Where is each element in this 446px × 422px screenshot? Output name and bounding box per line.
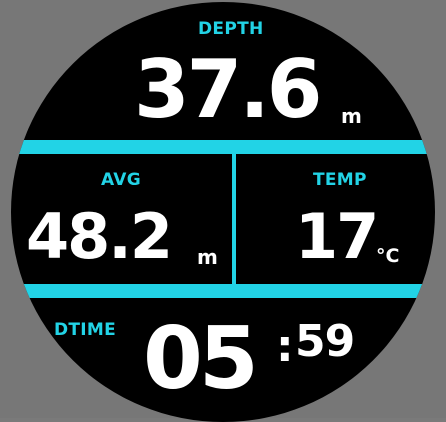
top-divider [11,140,435,154]
temp-value: 17 [295,200,379,273]
temp-label: TEMP [313,170,367,190]
dtime-seconds: 59 [295,316,355,367]
depth-unit: m [341,104,362,128]
depth-label: DEPTH [198,19,264,39]
vertical-divider [232,154,236,284]
avg-label: AVG [101,170,142,190]
temp-unit: °C [376,245,400,267]
dtime-label: DTIME [54,320,117,340]
dive-computer-display: DEPTH 37.6 m AVG 48.2 m TEMP 17 °C DTIME… [11,2,435,422]
depth-value: 37.6 [134,43,322,136]
dtime-separator: : [276,321,294,372]
dtime-minutes: 05 [143,309,259,409]
avg-value: 48.2 [26,200,173,273]
avg-unit: m [197,245,218,269]
bottom-divider [11,284,435,298]
